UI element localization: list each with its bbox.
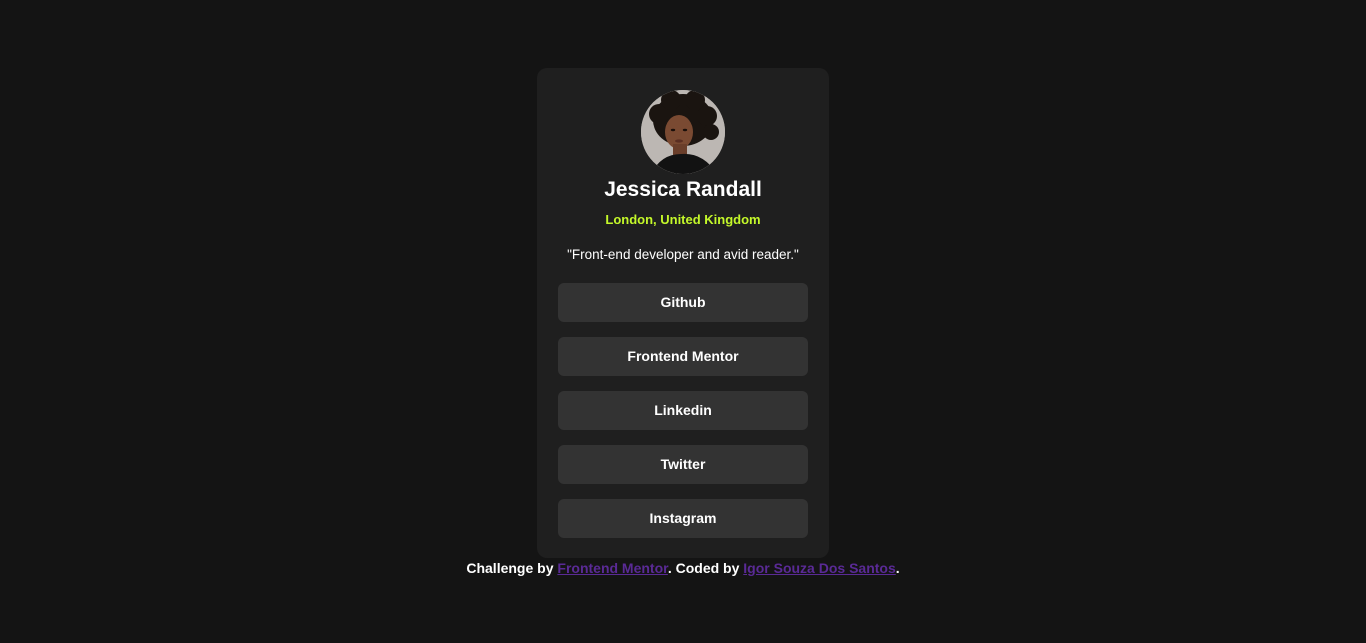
- profile-name: Jessica Randall: [604, 178, 762, 201]
- author-link[interactable]: Igor Souza Dos Santos: [743, 560, 895, 576]
- social-links: Github Frontend Mentor Linkedin Twitter …: [558, 283, 808, 553]
- profile-card: Jessica Randall London, United Kingdom "…: [537, 68, 829, 558]
- github-link-button[interactable]: Github: [558, 283, 808, 322]
- challenge-link[interactable]: Frontend Mentor: [557, 560, 667, 576]
- instagram-link-button[interactable]: Instagram: [558, 499, 808, 538]
- attribution: Challenge by Frontend Mentor. Coded by I…: [0, 559, 1366, 577]
- linkedin-link-button[interactable]: Linkedin: [558, 391, 808, 430]
- profile-bio: "Front-end developer and avid reader.": [567, 247, 799, 262]
- attribution-middle: . Coded by: [667, 560, 744, 576]
- attribution-prefix: Challenge by: [466, 560, 558, 576]
- profile-location: London, United Kingdom: [605, 212, 761, 227]
- twitter-link-button[interactable]: Twitter: [558, 445, 808, 484]
- avatar: [641, 90, 725, 174]
- avatar-image: [641, 90, 725, 174]
- frontend-mentor-link-button[interactable]: Frontend Mentor: [558, 337, 808, 376]
- attribution-suffix: .: [895, 560, 900, 576]
